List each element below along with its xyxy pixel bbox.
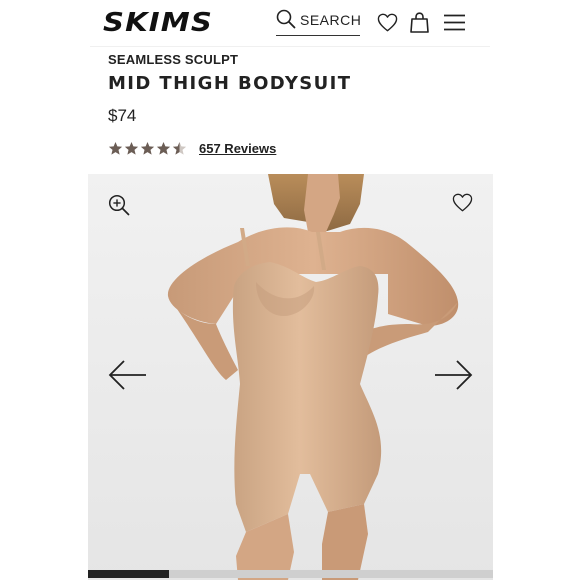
collection-name[interactable]: SEAMLESS SCULPT — [108, 52, 238, 67]
search-icon — [276, 9, 296, 34]
gallery-progress-fill — [88, 570, 169, 578]
search-label: SEARCH — [300, 12, 362, 28]
menu-icon[interactable] — [444, 14, 465, 36]
header-divider — [90, 46, 490, 47]
product-rating[interactable]: 657 Reviews — [108, 141, 276, 156]
gallery-progress-bar — [88, 570, 493, 578]
star-rating — [108, 141, 188, 156]
site-header: SKIMS SEARCH — [0, 0, 580, 46]
heart-icon[interactable] — [377, 13, 398, 37]
search-bar[interactable]: SEARCH — [276, 9, 362, 36]
half-star-icon — [172, 141, 187, 155]
star-icon — [108, 141, 123, 155]
zoom-in-icon[interactable] — [108, 194, 130, 221]
star-icon — [140, 141, 155, 155]
next-image-arrow-icon[interactable] — [433, 359, 473, 396]
star-icon — [156, 141, 171, 155]
previous-image-arrow-icon[interactable] — [108, 359, 148, 396]
skims-logo[interactable]: SKIMS — [103, 8, 213, 38]
product-title: MID THIGH BODYSUIT — [108, 73, 352, 94]
reviews-link[interactable]: 657 Reviews — [199, 141, 276, 156]
wishlist-heart-icon[interactable] — [452, 193, 473, 217]
product-price: $74 — [108, 106, 137, 125]
star-icon — [124, 141, 139, 155]
shopping-bag-icon[interactable] — [410, 12, 429, 38]
